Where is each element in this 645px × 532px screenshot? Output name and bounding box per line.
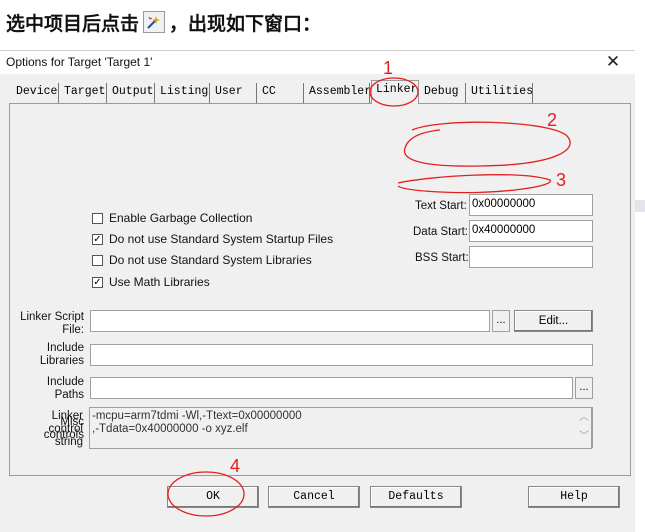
chevron-up-icon[interactable]: ︿ [577, 408, 591, 427]
edit-button[interactable]: Edit... [514, 310, 593, 332]
annotation-number-1: 1 [383, 58, 394, 78]
linker-control-scrollbar[interactable]: ︿ ﹀ [577, 408, 591, 448]
checkbox-no-startup-files[interactable]: ✓ [92, 234, 103, 245]
tab-linker[interactable]: Linker [371, 80, 419, 104]
linker-control-string: -mcpu=arm7tdmi -Wl,-Ttext=0x00000000 ,-T… [89, 407, 592, 449]
include-libraries-label: Include Libraries [16, 342, 84, 368]
cancel-button[interactable]: Cancel [268, 486, 360, 508]
close-icon[interactable]: ✕ [602, 51, 624, 73]
chevron-down-icon[interactable]: ﹀ [577, 427, 591, 446]
tab-output[interactable]: Output [108, 83, 155, 103]
caption: 选中项目后点击 ，出现如下窗口： [6, 8, 321, 36]
label-line: Include [46, 376, 84, 388]
label-line: string [54, 436, 83, 448]
help-button[interactable]: Help [528, 486, 620, 508]
tab-debug[interactable]: Debug [420, 83, 466, 103]
tab-assembler[interactable]: Assembler [305, 83, 370, 103]
checkbox-math-libraries[interactable]: ✓ [92, 277, 103, 288]
label-line: Include [46, 342, 84, 354]
tab-utilities[interactable]: Utilities [467, 83, 533, 103]
label-line: Libraries [39, 355, 84, 367]
linker-script-label: Linker Script File: [16, 311, 84, 337]
title-bar: Options for Target 'Target 1' ✕ [0, 51, 635, 74]
checkbox-garbage-collection[interactable] [92, 213, 103, 224]
tab-listing[interactable]: Listing [156, 83, 210, 103]
text-start-input[interactable]: 0x00000000 [469, 194, 593, 216]
label-line: Paths [54, 389, 84, 401]
include-paths-browse-button[interactable]: ... [575, 377, 593, 399]
annotation-number-4: 4 [230, 456, 241, 476]
linker-script-browse-button[interactable]: ... [492, 310, 510, 332]
ok-button[interactable]: OK [167, 486, 259, 508]
data-start-label: Data Start: [413, 226, 468, 238]
caption-text-after: ，出现如下窗口： [169, 12, 322, 35]
include-paths-label: Include Paths [16, 376, 84, 402]
options-wand-icon [143, 11, 166, 33]
bss-start-input[interactable] [469, 246, 593, 268]
linker-script-input[interactable] [90, 310, 490, 332]
label-line: Linker [51, 410, 83, 422]
data-start-input[interactable]: 0x40000000 [469, 220, 593, 242]
checkbox-label: Do not use Standard System Libraries [109, 253, 312, 267]
checkbox-label: Use Math Libraries [109, 275, 210, 289]
bss-start-label: BSS Start: [415, 252, 469, 264]
control-line: ,-Tdata=0x40000000 -o xyz.elf [92, 423, 248, 435]
options-dialog: Options for Target 'Target 1' ✕ Device T… [0, 50, 635, 532]
annotation-number-3: 3 [556, 170, 567, 190]
linker-control-label: Linker control string [15, 410, 83, 449]
label-line: File: [62, 324, 84, 336]
tab-cc[interactable]: CC [258, 83, 304, 103]
checkbox-no-std-libraries[interactable] [92, 255, 103, 266]
tab-target[interactable]: Target [60, 83, 107, 103]
checkbox-label: Enable Garbage Collection [109, 211, 253, 225]
checkbox-label: Do not use Standard System Startup Files [109, 232, 334, 246]
tab-user[interactable]: User [211, 83, 257, 103]
include-paths-input[interactable] [90, 377, 573, 399]
control-line: -mcpu=arm7tdmi -Wl,-Ttext=0x00000000 [92, 410, 302, 422]
include-libraries-input[interactable] [90, 344, 593, 366]
caption-text-before: 选中项目后点击 [6, 12, 140, 35]
text-start-label: Text Start: [415, 200, 467, 212]
label-line: Linker Script [20, 311, 84, 323]
label-line: control [48, 423, 83, 435]
defaults-button[interactable]: Defaults [370, 486, 462, 508]
annotation-number-2: 2 [547, 110, 558, 130]
dialog-title: Options for Target 'Target 1' [6, 55, 153, 69]
tab-device[interactable]: Device [12, 83, 59, 103]
